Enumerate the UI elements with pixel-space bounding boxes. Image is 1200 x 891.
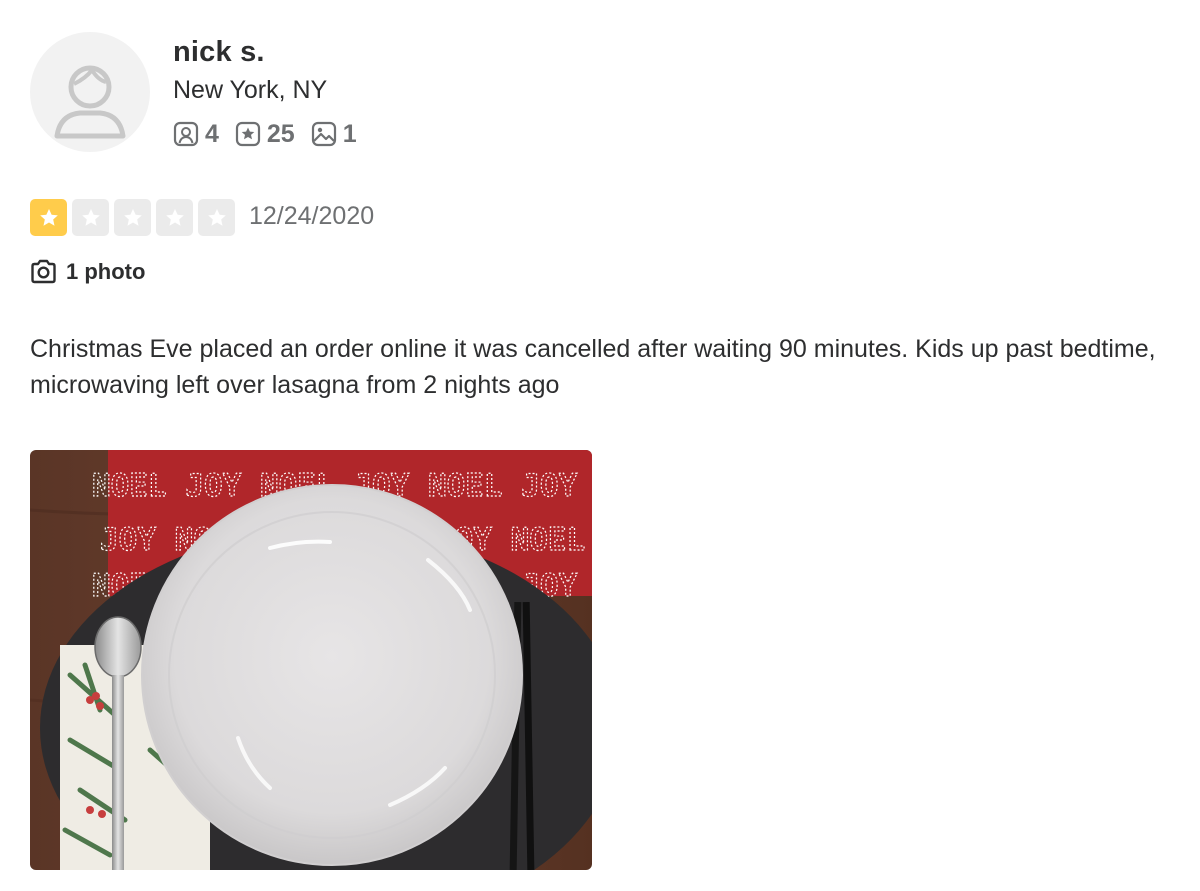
review-text: Christmas Eve placed an order online it … [30,335,1156,399]
photo-count-link[interactable]: 1 photo [30,258,145,285]
photos-icon [311,121,336,147]
photos-count: 1 [342,119,357,148]
reviews-count: 25 [266,119,295,148]
star-icon [123,208,142,226]
review-photo[interactable]: NOEL JOY NOEL JOY NOEL JOYJOY NOEL JOY N… [30,450,592,870]
user-stats: 4 25 1 [173,119,357,149]
review-card: nick s. New York, NY 4 25 1 12/24/2020 1… [0,0,1200,891]
reviews-stat: 25 [235,120,295,149]
photos-stat: 1 [311,120,357,149]
friends-icon [173,121,199,147]
photo-count-label: 1 photo [66,258,146,284]
star-empty [72,199,109,236]
user-name[interactable]: nick s. [173,36,265,69]
user-avatar[interactable] [30,32,150,152]
star-empty [114,199,151,236]
star-icon [207,208,226,226]
star-empty [198,199,235,236]
review-photo-image: NOEL JOY NOEL JOY NOEL JOYJOY NOEL JOY N… [30,450,592,870]
reviews-icon [235,121,261,147]
review-date: 12/24/2020 [249,202,375,230]
friends-count: 4 [205,119,219,148]
star-rating [30,199,235,236]
friends-stat: 4 [173,120,219,149]
camera-icon [31,259,56,284]
star-icon [81,208,100,226]
user-location: New York, NY [173,76,328,104]
star-filled [30,199,67,236]
star-empty [156,199,193,236]
default-avatar-icon [54,65,126,139]
star-icon [165,208,184,226]
star-icon [39,208,58,226]
